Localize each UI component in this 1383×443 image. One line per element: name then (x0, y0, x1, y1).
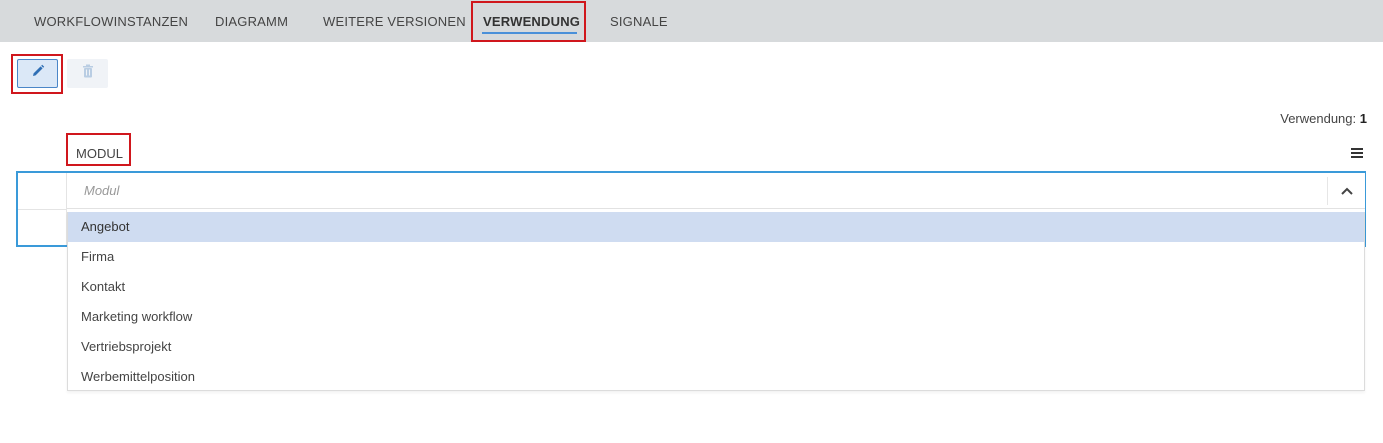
dropdown-option-vertriebsprojekt[interactable]: Vertriebsprojekt (68, 332, 1364, 362)
tab-verwendung[interactable]: VERWENDUNG (483, 0, 580, 42)
dropdown-option-kontakt[interactable]: Kontakt (68, 272, 1364, 302)
usage-count-value: 1 (1359, 111, 1367, 126)
tab-diagramm[interactable]: DIAGRAMM (215, 0, 288, 42)
usage-count-label: Verwendung: (1280, 111, 1357, 126)
tab-workflowinstanzen[interactable]: WORKFLOWINSTANZEN (34, 0, 188, 42)
tab-bar: WORKFLOWINSTANZEN DIAGRAMM WEITERE VERSI… (0, 0, 1383, 42)
edit-button[interactable] (17, 59, 58, 88)
usage-count: Verwendung: 1 (1280, 111, 1367, 126)
dropdown-option-firma[interactable]: Firma (68, 242, 1364, 272)
dropdown-option-angebot[interactable]: Angebot (68, 212, 1364, 242)
dropdown-option-werbemittelposition[interactable]: Werbemittelposition (68, 362, 1364, 392)
chevron-up-icon[interactable] (1335, 179, 1359, 203)
column-header-modul[interactable]: MODUL (76, 146, 123, 161)
tab-weitere-versionen[interactable]: WEITERE VERSIONEN (323, 0, 466, 42)
trash-icon (82, 64, 94, 83)
hamburger-menu-icon[interactable] (1342, 138, 1372, 168)
tab-signale[interactable]: SIGNALE (610, 0, 668, 42)
active-tab-indicator (482, 32, 577, 34)
delete-button[interactable] (67, 59, 108, 88)
modul-dropdown: Angebot Firma Kontakt Marketing workflow… (67, 212, 1365, 391)
select-divider (1327, 177, 1328, 205)
table-row-divider (18, 209, 66, 210)
modul-select-placeholder: Modul (84, 183, 120, 198)
dropdown-option-marketing-workflow[interactable]: Marketing workflow (68, 302, 1364, 332)
modul-select[interactable]: Modul (67, 173, 1365, 209)
pencil-icon (31, 64, 45, 83)
